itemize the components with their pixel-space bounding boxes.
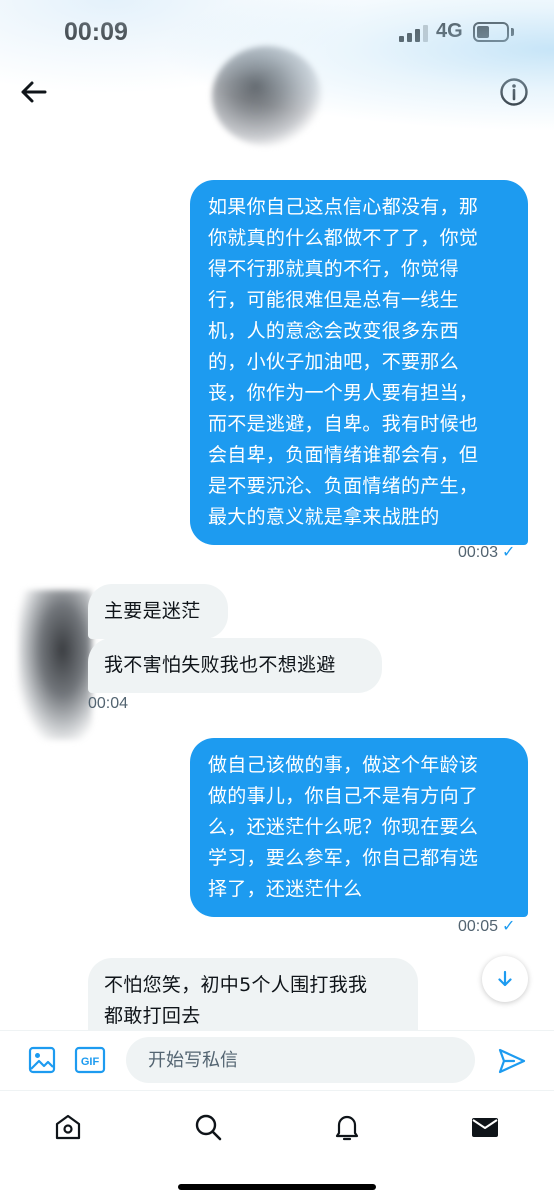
home-indicator[interactable] [178, 1184, 376, 1190]
message-line: 而不是逃避，自卑。我有时候也 [208, 413, 479, 435]
message-input[interactable] [126, 1037, 475, 1083]
message-line: 的，小伙子加油吧，不要那么 [208, 351, 459, 373]
message-line: 主要是迷茫 [104, 600, 201, 622]
message-meta: 00:05 ✓ [458, 916, 515, 936]
message-line: 最大的意义就是拿来战胜的 [208, 506, 440, 528]
gif-label: GIF [81, 1056, 100, 1068]
arrow-down-icon [498, 970, 512, 987]
battery-cap [511, 28, 514, 36]
message-line: 都敢打回去 [104, 1005, 201, 1027]
status-time: 00:09 [64, 18, 128, 46]
message-line: 学习，要么参军，你自己都有选 [208, 847, 479, 869]
message-line: 丧，你作为一个男人要有担当， [208, 382, 479, 404]
message-line: 我不害怕失败我也不想逃避 [104, 654, 336, 676]
search-icon [195, 1114, 222, 1141]
home-icon [55, 1114, 81, 1140]
signal-bars-icon [399, 25, 429, 42]
message-line: 行，可能很难但是总有一线生 [208, 289, 459, 311]
bottom-navigation [0, 1090, 554, 1200]
message-line: 机，人的意念会改变很多东西 [208, 320, 459, 342]
gif-icon: GIF [74, 1046, 106, 1074]
message-time: 00:04 [88, 695, 129, 712]
message-line: 不怕您笑，初中5个人围打我我 [104, 974, 368, 996]
message-line: 做自己该做的事，做这个年龄该 [208, 754, 479, 776]
message-line: 择了，还迷茫什么 [208, 878, 363, 900]
message-line: 是不要沉沦、负面情绪的产生， [208, 475, 479, 497]
message-line: 你就真的什么都做不了了，你觉 [208, 227, 479, 249]
battery-icon [473, 22, 509, 42]
message-list[interactable]: 如果你自己这点信心都没有，那 你就真的什么都做不了了，你觉 得不行那就真的不行，… [0, 166, 554, 1030]
image-icon [28, 1046, 56, 1074]
message-time: 00:05 [458, 918, 499, 935]
message-time: 00:03 [458, 544, 499, 561]
mail-icon [472, 1118, 498, 1137]
message-bubble-outgoing[interactable]: 做自己该做的事，做这个年龄该 做的事儿，你自己不是有方向了 么，还迷茫什么呢？你… [190, 738, 528, 917]
sent-check-icon: ✓ [502, 544, 516, 561]
media-button[interactable] [27, 1045, 57, 1075]
message-meta: 00:03 ✓ [458, 542, 515, 562]
send-button[interactable] [496, 1045, 528, 1077]
arrow-left-icon [21, 81, 47, 103]
bell-icon [335, 1115, 359, 1141]
nav-messages[interactable] [463, 1105, 507, 1149]
send-icon [498, 1048, 526, 1074]
message-composer: GIF [0, 1030, 554, 1090]
message-bubble-outgoing[interactable]: 如果你自己这点信心都没有，那 你就真的什么都做不了了，你觉 得不行那就真的不行，… [190, 180, 528, 545]
back-button[interactable] [14, 72, 54, 112]
message-line: 做的事儿，你自己不是有方向了 [208, 785, 479, 807]
network-type: 4G [436, 20, 463, 42]
nav-search[interactable] [186, 1105, 230, 1149]
info-circle-icon [500, 78, 528, 106]
message-line: 如果你自己这点信心都没有，那 [208, 196, 479, 218]
message-line: 会自卑，负面情绪谁都会有，但 [208, 444, 479, 466]
message-line: 么，还迷茫什么呢？你现在要么 [208, 816, 479, 838]
message-line: 得不行那就真的不行，你觉得 [208, 258, 459, 280]
scroll-to-bottom-button[interactable] [482, 956, 528, 1002]
sent-check-icon: ✓ [502, 918, 516, 935]
avatar[interactable] [212, 46, 322, 146]
nav-home[interactable] [46, 1105, 90, 1149]
nav-notifications[interactable] [325, 1105, 369, 1149]
avatar[interactable] [18, 590, 92, 740]
message-bubble-incoming[interactable]: 主要是迷茫 [88, 584, 228, 639]
info-button[interactable] [494, 72, 534, 112]
message-meta: 00:04 [88, 695, 128, 713]
gif-button[interactable]: GIF [74, 1045, 106, 1075]
message-bubble-incoming[interactable]: 不怕您笑，初中5个人围打我我 都敢打回去 [88, 958, 418, 1030]
message-bubble-incoming[interactable]: 我不害怕失败我也不想逃避 [88, 638, 382, 693]
conversation-header [0, 46, 554, 166]
